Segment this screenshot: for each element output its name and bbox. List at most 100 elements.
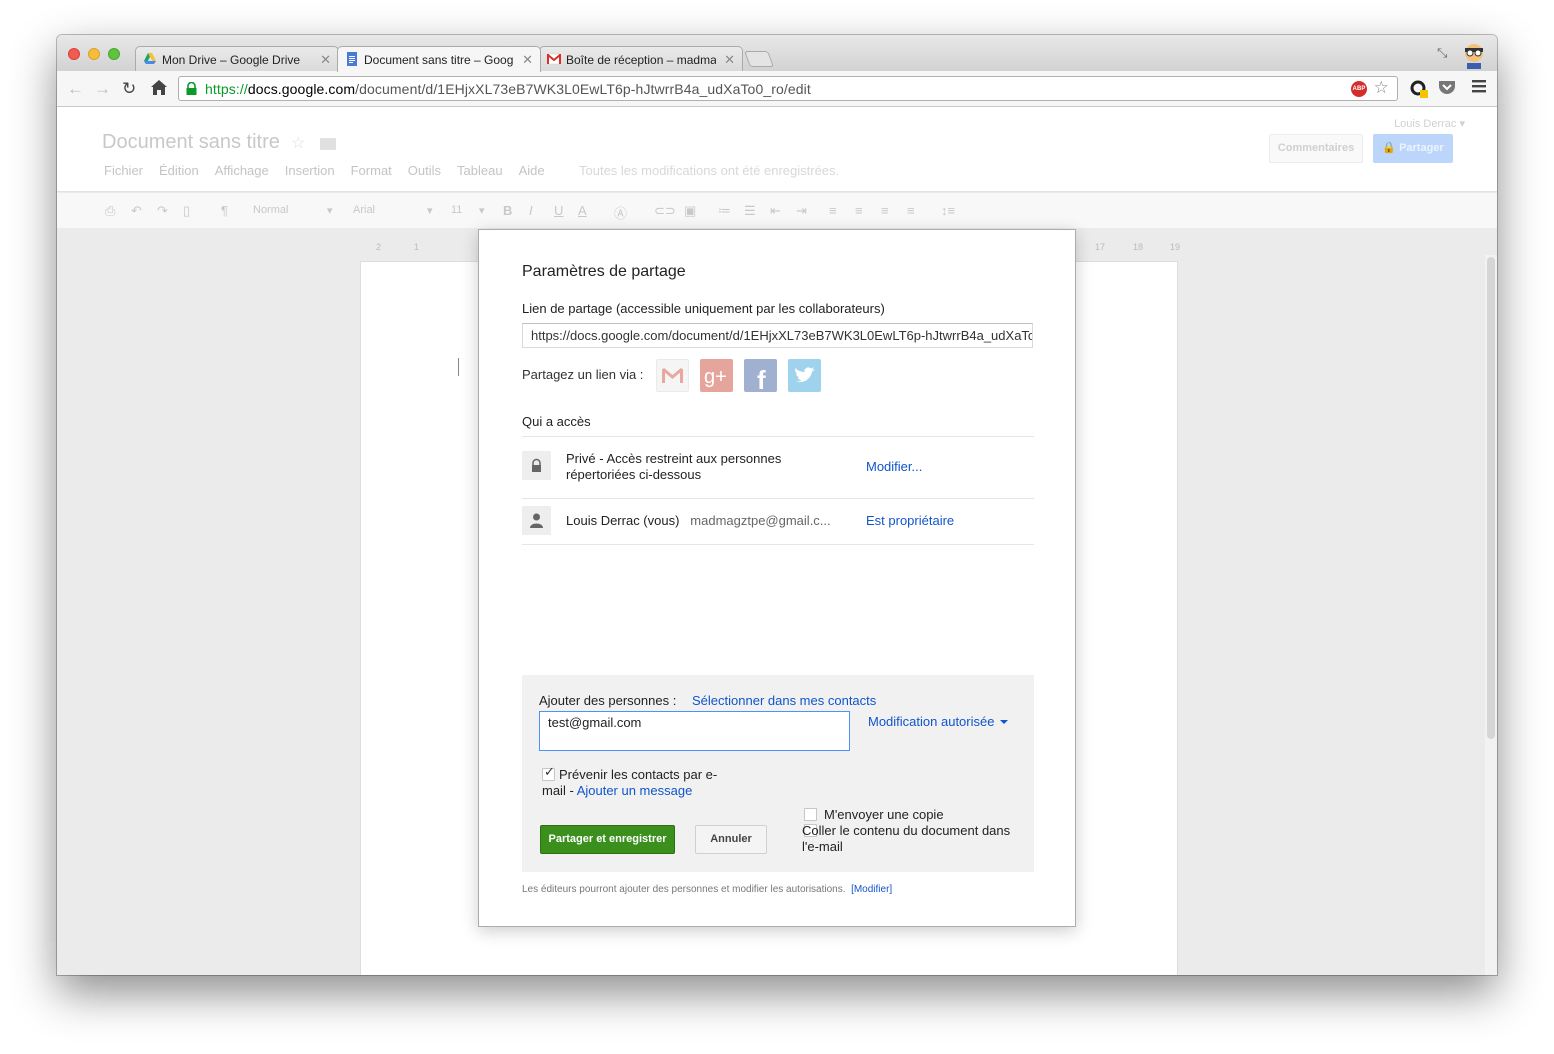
- increase-indent-icon[interactable]: ⇥: [796, 203, 807, 219]
- print-icon[interactable]: ⎙: [105, 203, 115, 219]
- star-icon[interactable]: ☆: [291, 133, 305, 153]
- private-access-text: Privé - Accès restreint aux personnes ré…: [566, 451, 781, 483]
- edit-toolbar: ⎙ ↶ ↷ ▯ ¶ Normal ▾ Arial ▾ 11 ▾ B I U A …: [57, 193, 1497, 229]
- paint-format-icon[interactable]: ¶: [221, 203, 228, 218]
- copy-options-text: M'envoyer une copie Coller le contenu du…: [802, 807, 1014, 855]
- underline-icon[interactable]: U: [554, 203, 563, 218]
- menu-edition[interactable]: Édition: [159, 163, 199, 178]
- address-bar[interactable]: https://docs.google.com/document/d/1EHjx…: [178, 76, 1398, 101]
- browser-toolbar: ← → ↻ https://docs.google.com/document/d…: [57, 71, 1497, 107]
- bold-icon[interactable]: B: [503, 203, 512, 218]
- paste-content-label: Coller le contenu du document dans l'e-m…: [802, 823, 1011, 854]
- style-dropdown-icon[interactable]: ▾: [327, 204, 333, 217]
- divider: [522, 544, 1034, 545]
- undo-icon[interactable]: ↶: [131, 203, 142, 219]
- justify-icon[interactable]: ≡: [907, 203, 915, 218]
- menu-format[interactable]: Format: [351, 163, 392, 178]
- url-protocol: https://: [205, 81, 248, 97]
- forward-arrow-icon[interactable]: →: [94, 79, 111, 99]
- bookmark-star-icon[interactable]: ☆: [1374, 78, 1389, 98]
- size-select[interactable]: 11: [451, 204, 462, 216]
- google-plus-share-icon[interactable]: g+: [700, 359, 733, 392]
- gmail-share-icon[interactable]: [656, 359, 689, 392]
- menu-tableau[interactable]: Tableau: [457, 163, 503, 178]
- google-docs-icon: [347, 52, 357, 66]
- font-select[interactable]: Arial: [353, 204, 375, 216]
- url-path: /document/d/1EHjxXL73eB7WK3L0EwLT6p-hJtw…: [355, 81, 811, 97]
- divider: [522, 436, 1034, 437]
- footer-note-text: Les éditeurs pourront ajouter des person…: [522, 884, 846, 895]
- align-right-icon[interactable]: ≡: [881, 203, 889, 218]
- share-settings-dialog: Paramètres de partage Lien de partage (a…: [478, 229, 1076, 927]
- close-icon[interactable]: ✕: [724, 52, 735, 68]
- reload-icon[interactable]: ↻: [122, 79, 136, 99]
- menu-aide[interactable]: Aide: [519, 163, 545, 178]
- cancel-button[interactable]: Annuler: [695, 825, 767, 854]
- facebook-share-icon[interactable]: f: [744, 359, 777, 392]
- align-center-icon[interactable]: ≡: [855, 203, 863, 218]
- tab-gmail[interactable]: Boîte de réception – madmagztpe@gmail.co…: [539, 46, 743, 71]
- highlight-color-icon[interactable]: Ⓐ: [614, 203, 627, 222]
- menu-affichage[interactable]: Affichage: [215, 163, 269, 178]
- home-icon[interactable]: [151, 80, 167, 95]
- comments-button[interactable]: Commentaires: [1269, 134, 1363, 163]
- redo-icon[interactable]: ↷: [157, 203, 168, 219]
- numbered-list-icon[interactable]: ≔: [718, 203, 731, 219]
- line-spacing-icon[interactable]: ↕≡: [941, 203, 955, 218]
- close-icon[interactable]: ✕: [320, 52, 331, 68]
- text-cursor: [458, 358, 459, 376]
- private-line-1: Privé - Accès restreint aux personnes: [566, 451, 782, 466]
- new-tab-button[interactable]: [744, 51, 774, 67]
- size-dropdown-icon[interactable]: ▾: [479, 204, 485, 217]
- person-icon: [522, 506, 551, 535]
- svg-text:g+: g+: [704, 366, 727, 388]
- scrollbar-thumb[interactable]: [1487, 257, 1495, 739]
- adblock-icon[interactable]: ABP: [1351, 81, 1367, 97]
- close-icon[interactable]: ✕: [522, 52, 533, 68]
- twitter-share-icon[interactable]: [788, 359, 821, 392]
- decrease-indent-icon[interactable]: ⇤: [770, 203, 781, 219]
- permission-dropdown[interactable]: Modification autorisée: [868, 714, 1009, 729]
- menu-insertion[interactable]: Insertion: [285, 163, 335, 178]
- document-title[interactable]: Document sans titre: [102, 131, 280, 154]
- select-contacts-link[interactable]: Sélectionner dans mes contacts: [692, 693, 876, 708]
- profile-avatar[interactable]: [1459, 39, 1489, 69]
- lock-icon: [186, 82, 197, 95]
- minimize-window-button[interactable]: [88, 48, 100, 60]
- permission-label: Modification autorisée: [868, 714, 995, 729]
- google-drive-icon: [144, 53, 156, 64]
- svg-text:f: f: [757, 365, 766, 392]
- fullscreen-icon[interactable]: ⤡: [1437, 45, 1447, 61]
- style-select[interactable]: Normal: [253, 204, 288, 216]
- add-message-link[interactable]: Ajouter un message: [577, 783, 693, 798]
- lock-icon: [522, 451, 551, 480]
- tab-document[interactable]: Document sans titre – Google Docs ✕: [337, 46, 541, 72]
- image-icon[interactable]: ▣: [684, 203, 696, 219]
- tab-mon-drive[interactable]: Mon Drive – Google Drive ✕: [135, 46, 339, 71]
- footer-modify-link[interactable]: [Modifier]: [851, 884, 892, 895]
- tab-label: Mon Drive – Google Drive: [162, 53, 301, 67]
- pocket-icon[interactable]: [1438, 79, 1456, 95]
- add-people-input[interactable]: test@gmail.com: [539, 711, 850, 751]
- menu-outils[interactable]: Outils: [408, 163, 441, 178]
- zoom-window-button[interactable]: [108, 48, 120, 60]
- close-window-button[interactable]: [68, 48, 80, 60]
- share-button[interactable]: 🔒 Partager: [1373, 134, 1453, 163]
- back-arrow-icon[interactable]: ←: [67, 79, 84, 99]
- folder-icon[interactable]: [320, 138, 336, 150]
- menu-icon[interactable]: [1472, 79, 1486, 93]
- extension-icon[interactable]: [1409, 79, 1429, 99]
- account-name[interactable]: Louis Derrac ▾: [1394, 117, 1465, 130]
- menu-fichier[interactable]: Fichier: [104, 163, 143, 178]
- link-icon[interactable]: ⊂⊃: [654, 203, 676, 219]
- text-color-icon[interactable]: A: [578, 203, 587, 218]
- modify-visibility-link[interactable]: Modifier...: [866, 459, 922, 474]
- italic-icon[interactable]: I: [529, 203, 533, 218]
- ruler-label: 17: [1095, 242, 1106, 252]
- align-left-icon[interactable]: ≡: [829, 203, 837, 218]
- font-dropdown-icon[interactable]: ▾: [427, 204, 433, 217]
- clipboard-icon[interactable]: ▯: [183, 203, 190, 219]
- share-link-input[interactable]: https://docs.google.com/document/d/1EHjx…: [522, 323, 1033, 348]
- bulleted-list-icon[interactable]: ☰: [744, 203, 756, 219]
- share-and-save-button[interactable]: Partager et enregistrer: [540, 825, 675, 854]
